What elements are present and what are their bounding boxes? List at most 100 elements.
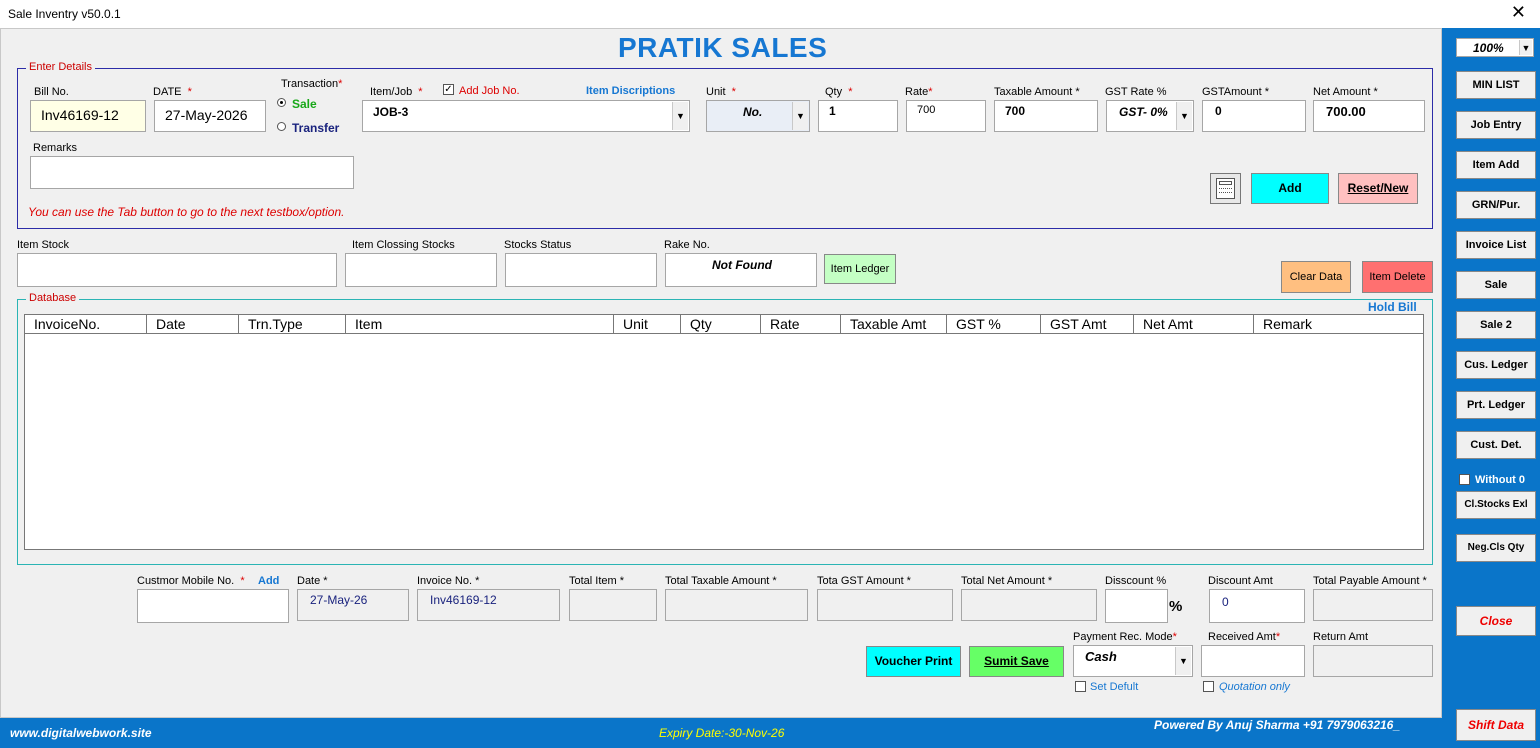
- chevron-down-icon[interactable]: ▼: [672, 102, 688, 130]
- chevron-down-icon[interactable]: ▼: [1175, 647, 1191, 675]
- item-delete-button[interactable]: Item Delete: [1362, 261, 1433, 293]
- item-add-button[interactable]: Item Add: [1456, 151, 1536, 179]
- mobile-add-link[interactable]: Add: [258, 575, 279, 587]
- close-button[interactable]: Close: [1456, 606, 1536, 636]
- item-job-dropdown[interactable]: JOB-3 ▼: [362, 100, 690, 132]
- chevron-down-icon[interactable]: ▼: [792, 102, 808, 130]
- without-zero-checkbox[interactable]: [1459, 474, 1470, 485]
- payment-mode-dropdown[interactable]: Cash ▼: [1073, 645, 1193, 677]
- column-header[interactable]: GST Amt: [1041, 315, 1134, 334]
- transfer-radio[interactable]: [277, 122, 286, 131]
- column-header[interactable]: Trn.Type: [239, 315, 346, 334]
- column-header[interactable]: Unit: [614, 315, 681, 334]
- min-list-button[interactable]: MIN LIST: [1456, 71, 1536, 99]
- voucher-print-button[interactable]: Voucher Print: [866, 646, 961, 677]
- add-job-no-checkbox[interactable]: ✓: [443, 84, 454, 95]
- discount-amount-field[interactable]: 0: [1209, 589, 1305, 623]
- zoom-dropdown[interactable]: 100% ▼: [1456, 38, 1534, 57]
- taxable-amount-label: Taxable Amount *: [994, 86, 1080, 98]
- hold-bill-link[interactable]: Hold Bill: [1368, 300, 1417, 314]
- gst-rate-dropdown[interactable]: GST- 0% ▼: [1106, 100, 1194, 132]
- sale-2-button[interactable]: Sale 2: [1456, 311, 1536, 339]
- received-amount-label: Received Amt*: [1208, 631, 1281, 643]
- column-header[interactable]: InvoiceNo.: [25, 315, 147, 334]
- sale-button[interactable]: Sale: [1456, 271, 1536, 299]
- cust-det-button[interactable]: Cust. Det.: [1456, 431, 1536, 459]
- chevron-down-icon[interactable]: ▼: [1519, 40, 1532, 55]
- expiry-date: Expiry Date:-30-Nov-26: [659, 726, 785, 740]
- column-header[interactable]: GST %: [947, 315, 1041, 334]
- column-header[interactable]: Net Amt: [1134, 315, 1254, 334]
- enter-details-legend: Enter Details: [26, 61, 95, 73]
- job-entry-button[interactable]: Job Entry: [1456, 111, 1536, 139]
- item-closing-stocks-field[interactable]: [345, 253, 497, 287]
- item-closing-stocks-label: Item Clossing Stocks: [352, 239, 455, 251]
- without-zero-label: Without 0: [1475, 474, 1525, 486]
- gst-rate-value: GST- 0%: [1119, 105, 1168, 119]
- table-header: InvoiceNo. Date Trn.Type Item Unit Qty R…: [25, 315, 1423, 334]
- grn-pur-button[interactable]: GRN/Pur.: [1456, 191, 1536, 219]
- neg-cls-qty-button[interactable]: Neg.Cls Qty: [1456, 534, 1536, 562]
- item-descriptions-link[interactable]: Item Discriptions: [586, 85, 675, 97]
- summary-date-label: Date *: [297, 575, 328, 587]
- prt-ledger-button[interactable]: Prt. Ledger: [1456, 391, 1536, 419]
- item-stock-label: Item Stock: [17, 239, 69, 251]
- column-header[interactable]: Rate: [761, 315, 841, 334]
- rake-no-field[interactable]: Not Found: [665, 253, 817, 287]
- rate-field[interactable]: 700: [906, 100, 986, 132]
- set-default-checkbox[interactable]: [1075, 681, 1086, 692]
- clear-data-button[interactable]: Clear Data: [1281, 261, 1351, 293]
- column-header[interactable]: Remark: [1254, 315, 1424, 334]
- received-amount-field[interactable]: [1201, 645, 1305, 677]
- cl-stocks-button[interactable]: Cl.Stocks Exl: [1456, 491, 1536, 519]
- net-amount-label: Net Amount *: [1313, 86, 1378, 98]
- total-payable-field: [1313, 589, 1433, 621]
- add-job-no-label: Add Job No.: [459, 85, 520, 97]
- powered-by: Powered By Anuj Sharma +91 7979063216_: [1154, 718, 1401, 732]
- item-stock-field[interactable]: [17, 253, 337, 287]
- payment-mode-value: Cash: [1085, 649, 1117, 664]
- website-link[interactable]: www.digitalwebwork.site: [10, 726, 152, 740]
- mobile-field[interactable]: [137, 589, 289, 623]
- column-header[interactable]: Item: [346, 315, 614, 334]
- remarks-field[interactable]: [30, 156, 354, 189]
- quotation-only-checkbox[interactable]: [1203, 681, 1214, 692]
- net-amount-field[interactable]: 700.00: [1313, 100, 1425, 132]
- taxable-amount-field[interactable]: 700: [994, 100, 1098, 132]
- total-taxable-field: [665, 589, 808, 621]
- gst-amount-label: GSTAmount *: [1202, 86, 1270, 98]
- return-amount-field: [1313, 645, 1433, 677]
- qty-field[interactable]: 1: [818, 100, 898, 132]
- percent-sign: %: [1169, 598, 1183, 615]
- discount-percent-field[interactable]: [1105, 589, 1168, 623]
- stocks-status-field[interactable]: [505, 253, 657, 287]
- invoice-no-field: Inv46169-12: [417, 589, 560, 621]
- date-field[interactable]: 27-May-2026: [154, 100, 266, 132]
- column-header[interactable]: Taxable Amt: [841, 315, 947, 334]
- cus-ledger-button[interactable]: Cus. Ledger: [1456, 351, 1536, 379]
- add-button[interactable]: Add: [1251, 173, 1329, 204]
- shift-data-button[interactable]: Shift Data: [1456, 709, 1536, 741]
- column-header[interactable]: Date: [147, 315, 239, 334]
- transaction-label: Transaction*: [281, 78, 343, 90]
- sale-radio[interactable]: [277, 98, 286, 107]
- quotation-only-label: Quotation only: [1219, 681, 1290, 693]
- database-table[interactable]: InvoiceNo. Date Trn.Type Item Unit Qty R…: [24, 314, 1424, 550]
- bill-no-field[interactable]: Inv46169-12: [30, 100, 146, 132]
- unit-label: Unit *: [706, 86, 736, 98]
- gst-amount-field[interactable]: 0: [1202, 100, 1306, 132]
- title-bar: Sale Inventry v50.0.1 ✕: [0, 0, 1540, 28]
- unit-dropdown[interactable]: No. ▼: [706, 100, 810, 132]
- column-header[interactable]: Qty: [681, 315, 761, 334]
- calculator-icon[interactable]: [1210, 173, 1241, 204]
- summary-date-field: 27-May-26: [297, 589, 409, 621]
- chevron-down-icon[interactable]: ▼: [1176, 102, 1192, 130]
- total-net-label: Total Net Amount *: [961, 575, 1053, 587]
- submit-save-button[interactable]: Sumit Save: [969, 646, 1064, 677]
- invoice-list-button[interactable]: Invoice List: [1456, 231, 1536, 259]
- item-ledger-button[interactable]: Item Ledger: [824, 254, 896, 284]
- close-icon[interactable]: ✕: [1511, 2, 1526, 23]
- reset-new-button[interactable]: Reset/New: [1338, 173, 1418, 204]
- unit-value: No.: [743, 105, 763, 119]
- rate-label: Rate*: [905, 86, 933, 98]
